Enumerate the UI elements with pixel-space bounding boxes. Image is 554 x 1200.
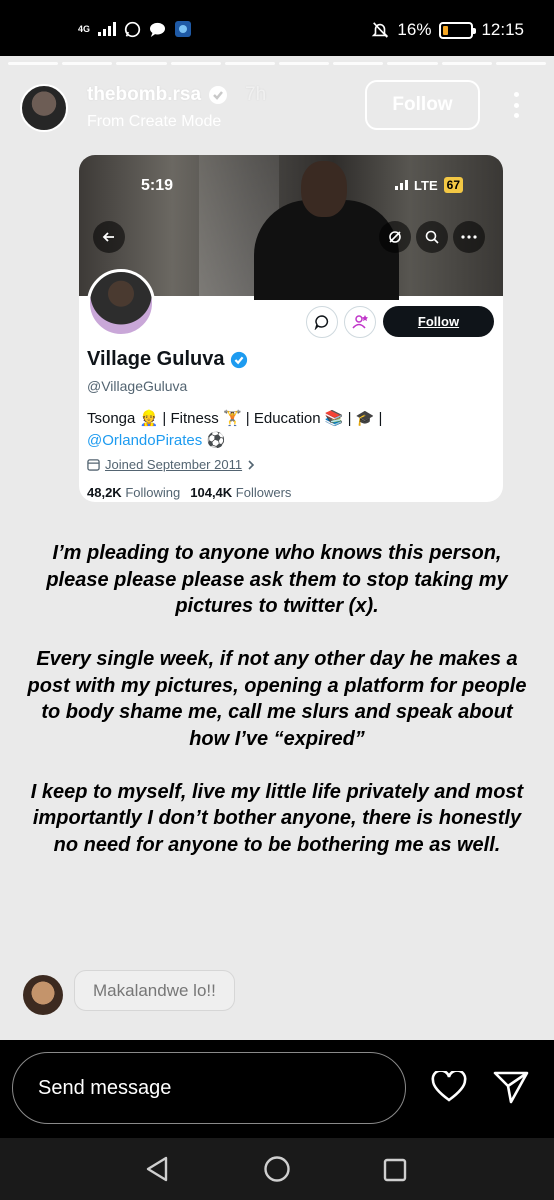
recent-apps-icon[interactable] bbox=[383, 1158, 407, 1182]
progress-segment bbox=[279, 62, 330, 65]
story-viewer[interactable]: thebomb.rsa 7h From Create Mode Follow 5… bbox=[0, 56, 554, 1040]
story-paragraph: I’m pleading to anyone who knows this pe… bbox=[46, 542, 508, 617]
embedded-phone-status: LTE 67 bbox=[395, 177, 463, 193]
network-type: 4G bbox=[78, 23, 91, 34]
embedded-bio-line1: Tsonga 👷 | Fitness 🏋 | Education 📚 | 🎓 | bbox=[87, 410, 383, 427]
follow-button[interactable]: Follow bbox=[365, 80, 480, 130]
embedded-network: LTE bbox=[414, 177, 438, 193]
message-bubble-icon bbox=[306, 306, 338, 338]
back-icon[interactable] bbox=[144, 1155, 170, 1183]
story-header[interactable]: thebomb.rsa 7h bbox=[87, 84, 266, 106]
profile-picture bbox=[87, 269, 155, 337]
battery-icon bbox=[439, 21, 477, 39]
embedded-profile-screenshot: 5:19 LTE 67 Follow Village Guluva @Villa… bbox=[79, 155, 503, 502]
followers-count: 104,4K bbox=[190, 485, 233, 500]
progress-segment bbox=[116, 62, 167, 65]
status-left: 4G bbox=[78, 20, 192, 38]
embedded-stats: 48,2K Following 104,4K Followers bbox=[87, 485, 291, 500]
embedded-phone-time: 5:19 bbox=[141, 177, 174, 194]
story-subline: From Create Mode bbox=[87, 113, 222, 130]
clock: 12:15 bbox=[481, 20, 524, 39]
story-progress-bar bbox=[8, 62, 547, 65]
whatsapp-icon bbox=[124, 21, 141, 37]
verified-badge-icon bbox=[231, 351, 248, 368]
app-notification-icon bbox=[175, 21, 192, 37]
story-paragraph: I keep to myself, live my little life pr… bbox=[30, 780, 524, 856]
reply-bubble: Makalandwe lo!! bbox=[74, 970, 235, 1011]
progress-segment bbox=[224, 62, 276, 65]
progress-segment bbox=[62, 62, 113, 65]
status-right: 16% 12:15 bbox=[371, 20, 524, 40]
embedded-display-name: Village Guluva bbox=[87, 348, 248, 371]
back-arrow-icon bbox=[93, 221, 125, 253]
progress-segment bbox=[8, 62, 59, 65]
embedded-battery: 67 bbox=[443, 177, 463, 193]
story-paragraph: Every single week, if not any other day … bbox=[27, 648, 527, 750]
chevron-right-icon bbox=[248, 459, 255, 470]
reply-avatar bbox=[23, 975, 63, 1015]
joined-date: Joined September 2011 bbox=[105, 457, 243, 472]
embedded-joined: Joined September 2011 bbox=[87, 457, 255, 472]
send-message-input[interactable]: Send message bbox=[12, 1052, 406, 1124]
search-icon bbox=[416, 221, 448, 253]
message-bar: Send message bbox=[0, 1040, 554, 1138]
battery-percent: 16% bbox=[397, 20, 432, 39]
status-bar: 4G 16% 12:15 bbox=[0, 0, 554, 56]
embedded-follow-button: Follow bbox=[383, 306, 494, 337]
embedded-handle: @VillageGuluva bbox=[87, 378, 188, 394]
story-text: I’m pleading to anyone who knows this pe… bbox=[20, 540, 534, 885]
home-icon[interactable] bbox=[263, 1155, 291, 1183]
avatar[interactable] bbox=[20, 84, 68, 132]
mute-icon bbox=[379, 221, 411, 253]
system-nav-bar bbox=[0, 1138, 554, 1200]
display-name: Village Guluva bbox=[87, 348, 225, 370]
progress-segment bbox=[495, 62, 547, 65]
username[interactable]: thebomb.rsa bbox=[87, 84, 201, 106]
signal-icon bbox=[98, 22, 117, 36]
send-icon[interactable] bbox=[493, 1070, 529, 1104]
chat-icon bbox=[150, 22, 166, 37]
more-options-icon[interactable] bbox=[510, 92, 522, 118]
time-ago: 7h bbox=[245, 84, 267, 105]
heart-icon[interactable] bbox=[431, 1071, 467, 1103]
verified-badge-icon bbox=[209, 86, 228, 104]
progress-segment bbox=[333, 62, 384, 65]
more-icon bbox=[453, 221, 485, 253]
following-label: Following bbox=[125, 485, 181, 500]
followers-label: Followers bbox=[235, 485, 292, 500]
mute-bell-icon bbox=[372, 22, 389, 38]
progress-segment bbox=[441, 62, 492, 65]
progress-segment bbox=[387, 62, 438, 65]
progress-segment bbox=[170, 62, 221, 65]
following-count: 48,2K bbox=[87, 485, 122, 500]
calendar-icon bbox=[87, 459, 100, 471]
notify-person-icon bbox=[344, 306, 376, 338]
embedded-bio-line2: @OrlandoPirates ⚽ bbox=[87, 432, 226, 449]
